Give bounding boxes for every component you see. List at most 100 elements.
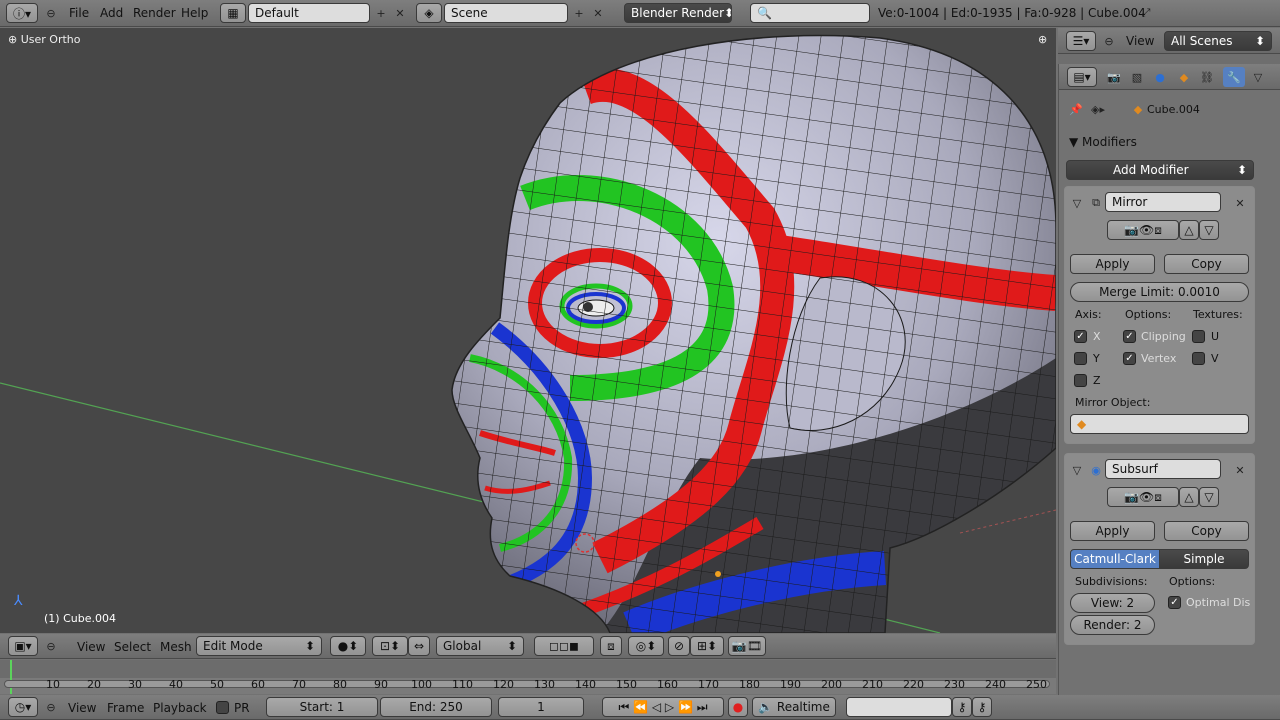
subsurf-apply-button[interactable]: Apply (1070, 521, 1155, 541)
axis-z-checkbox[interactable] (1074, 374, 1087, 387)
editor-type-3d-button[interactable]: ▣▾ (8, 636, 38, 656)
menu-mesh[interactable]: Mesh (160, 640, 192, 654)
collapse-triangle-icon[interactable]: ▽ (1068, 194, 1086, 212)
data-tab-icon[interactable]: ▽ (1249, 68, 1267, 86)
editor-type-timeline-button[interactable]: ◷▾ (8, 697, 38, 717)
editor-type-outliner-button[interactable]: ☰▾ (1066, 31, 1096, 51)
add-modifier-select[interactable]: Add Modifier ⬍ (1066, 160, 1254, 180)
start-frame-field[interactable]: Start: 1 (266, 697, 378, 717)
simple-toggle[interactable]: Simple (1159, 549, 1249, 569)
mirror-name-field[interactable]: Mirror (1105, 192, 1221, 212)
collapse-icon[interactable]: ⊖ (42, 637, 60, 655)
menu-select[interactable]: Select (114, 640, 151, 654)
screen-layout-field[interactable]: Default (248, 3, 370, 23)
menu-help[interactable]: Help (181, 6, 208, 20)
outliner-body[interactable] (1058, 54, 1280, 64)
scene-icon-button[interactable]: ◈ (416, 3, 442, 23)
end-frame-field[interactable]: End: 250 (380, 697, 492, 717)
remove-modifier-icon[interactable]: ✕ (1231, 461, 1249, 479)
select-mode-buttons[interactable]: ◻◻◼ (534, 636, 594, 656)
merge-limit-field[interactable]: Merge Limit: 0.0010 (1070, 282, 1249, 302)
clipping-checkbox[interactable]: ✓ (1123, 330, 1136, 343)
collapse-icon[interactable]: ⊖ (1100, 32, 1118, 50)
move-up-button[interactable]: △ (1179, 220, 1199, 240)
pin-icon[interactable]: 📌 (1067, 100, 1085, 118)
menu-view[interactable]: View (1126, 34, 1154, 48)
collapse-icon[interactable]: ⊖ (42, 4, 60, 22)
snap-element-select[interactable]: ⊞⬍ (690, 636, 724, 656)
render-engine-select[interactable]: Blender Render⬍ (624, 3, 732, 23)
add-scene-icon[interactable]: + (570, 4, 588, 22)
mode-select[interactable]: Edit Mode ⬍ (196, 636, 322, 656)
view-levels-field[interactable]: View: 2 (1070, 593, 1155, 613)
viewport-shading-select[interactable]: ●⬍ (330, 636, 366, 656)
opengl-render-button[interactable]: 📷🎞 (728, 636, 766, 656)
axis-x-checkbox[interactable]: ✓ (1074, 330, 1087, 343)
preview-range-checkbox[interactable] (216, 701, 229, 714)
scene-field[interactable]: Scene (444, 3, 568, 23)
editor-type-info-button[interactable]: ⓘ▾ (6, 3, 38, 23)
menu-frame[interactable]: Frame (107, 701, 144, 715)
constraints-tab-icon[interactable]: ⛓ (1198, 68, 1216, 86)
optimal-display-checkbox[interactable]: ✓ (1168, 596, 1181, 609)
timeline-scrub[interactable] (0, 660, 1056, 678)
playback-controls[interactable]: ⏮ ⏪ ◁ ▷ ⏩ ⏭ (602, 697, 724, 717)
remove-scene-icon[interactable]: ✕ (589, 4, 607, 22)
collapse-triangle-icon[interactable]: ▽ (1068, 461, 1086, 479)
timeline-area[interactable] (0, 660, 1056, 694)
texture-v-checkbox[interactable] (1192, 352, 1205, 365)
mirror-copy-button[interactable]: Copy (1164, 254, 1249, 274)
mirror-apply-button[interactable]: Apply (1070, 254, 1155, 274)
move-up-button[interactable]: △ (1179, 487, 1199, 507)
world-tab-icon[interactable]: ● (1151, 68, 1169, 86)
object-tab-icon[interactable]: ◆ (1175, 68, 1193, 86)
subsurf-visibility-buttons[interactable]: 📷👁⧈ (1107, 487, 1179, 507)
render-levels-field[interactable]: Render: 2 (1070, 615, 1155, 635)
proportional-select[interactable]: ◎⬍ (628, 636, 664, 656)
editor-type-properties-button[interactable]: ▤▾ (1067, 67, 1097, 87)
axis-y-checkbox[interactable] (1074, 352, 1087, 365)
pivot-point-select[interactable]: ⊡⬍ (372, 636, 408, 656)
modifiers-tab-icon[interactable]: 🔧 (1223, 67, 1245, 87)
menu-file[interactable]: File (69, 6, 89, 20)
timeline-scrollbar[interactable] (4, 680, 1050, 688)
collapse-icon[interactable]: ⊖ (42, 698, 60, 716)
menu-playback[interactable]: Playback (153, 701, 207, 715)
add-layout-icon[interactable]: + (372, 4, 390, 22)
mirror-object-field[interactable]: ◆ (1070, 414, 1249, 434)
keyframe-insert-button[interactable]: ⚷ (952, 697, 972, 717)
snap-toggle[interactable]: ⊘ (668, 636, 690, 656)
move-down-button[interactable]: ▽ (1199, 220, 1219, 240)
render-layers-tab-icon[interactable]: ▧ (1128, 68, 1146, 86)
3d-viewport[interactable]: ⊕ User Ortho ⊕ ⅄ (1) Cube.004 (0, 28, 1056, 633)
record-button[interactable]: ● (728, 697, 748, 717)
occlude-toggle[interactable]: ⧈ (600, 636, 622, 656)
manipulator-toggle[interactable]: ⇔ (408, 636, 430, 656)
viewport-plus-icon[interactable]: ⊕ (1038, 33, 1047, 46)
move-down-button[interactable]: ▽ (1199, 487, 1219, 507)
subsurf-name-field[interactable]: Subsurf (1105, 459, 1221, 479)
subsurf-copy-button[interactable]: Copy (1164, 521, 1249, 541)
orientation-select[interactable]: Global ⬍ (436, 636, 524, 656)
menu-add[interactable]: Add (100, 6, 123, 20)
current-frame-field[interactable]: 1 (498, 697, 584, 717)
menu-view[interactable]: View (68, 701, 96, 715)
remove-layout-icon[interactable]: ✕ (391, 4, 409, 22)
fullscreen-icon[interactable]: ⤢ (1137, 4, 1155, 22)
mirror-visibility-buttons[interactable]: 📷👁⧈ (1107, 220, 1179, 240)
menu-view[interactable]: View (77, 640, 105, 654)
search-input[interactable]: 🔍 (750, 3, 870, 23)
render-tab-icon[interactable]: 📷 (1105, 68, 1123, 86)
current-frame-marker[interactable] (10, 660, 12, 694)
sync-mode-select[interactable]: 🔈 Realtime (752, 697, 836, 717)
catmull-clark-toggle[interactable]: Catmull-Clark (1070, 549, 1160, 569)
keying-set-field[interactable] (846, 697, 952, 717)
keyframe-delete-button[interactable]: ⚷ (972, 697, 992, 717)
remove-modifier-icon[interactable]: ✕ (1231, 194, 1249, 212)
modifiers-section-header[interactable]: ▼ Modifiers (1069, 135, 1137, 149)
display-mode-select[interactable]: All Scenes ⬍ (1164, 31, 1272, 51)
menu-render[interactable]: Render (133, 6, 176, 20)
texture-u-checkbox[interactable] (1192, 330, 1205, 343)
screen-layout-icon-button[interactable]: ▦ (220, 3, 246, 23)
vertex-checkbox[interactable]: ✓ (1123, 352, 1136, 365)
